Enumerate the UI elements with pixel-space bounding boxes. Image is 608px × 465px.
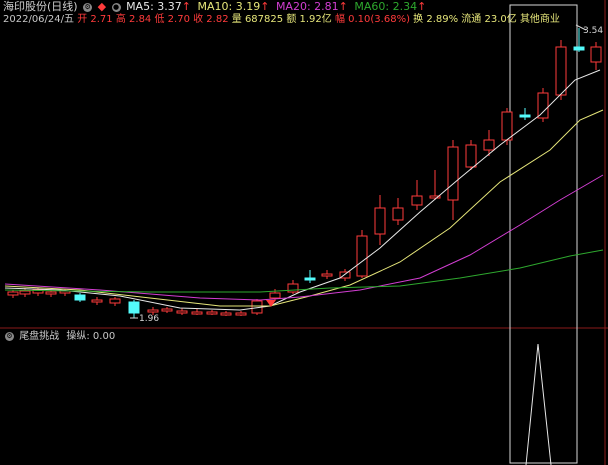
ma20-line bbox=[4, 174, 604, 301]
candle-body bbox=[235, 312, 247, 316]
candle-body bbox=[161, 308, 173, 312]
candle-body bbox=[411, 195, 423, 206]
high-price-label: 3.54 bbox=[583, 26, 603, 36]
candle-body bbox=[109, 298, 121, 304]
indicator-legend: ⚙ 尾盘挑战 操纵: 0.00 bbox=[3, 330, 115, 343]
candle-body bbox=[7, 291, 19, 296]
candle-body bbox=[590, 46, 602, 63]
candle-body bbox=[304, 277, 316, 281]
candle-body bbox=[321, 273, 333, 277]
candle-body bbox=[176, 310, 188, 314]
candle-body bbox=[374, 207, 386, 235]
low-price-label: 1.96 bbox=[139, 314, 159, 324]
candle-body bbox=[191, 311, 203, 315]
candle-body bbox=[465, 144, 477, 168]
indicator-settings-icon[interactable]: ⚙ bbox=[5, 331, 14, 341]
indicator-name: 尾盘挑战 bbox=[19, 331, 60, 342]
kline-chart[interactable]: 3.54 1.96 bbox=[0, 0, 608, 465]
ma5-line bbox=[4, 69, 601, 311]
candle-body bbox=[147, 309, 159, 313]
candle-body bbox=[128, 301, 140, 314]
candle-body bbox=[206, 311, 218, 315]
candle-body bbox=[501, 111, 513, 141]
candle-body bbox=[356, 235, 368, 277]
candle-body bbox=[74, 294, 86, 301]
ma60-line bbox=[4, 249, 604, 293]
ma10-line bbox=[4, 109, 604, 307]
candle-body bbox=[45, 291, 57, 295]
candle-body bbox=[392, 207, 404, 221]
candle-body bbox=[573, 46, 585, 51]
candle-body bbox=[220, 312, 232, 316]
candle-body bbox=[519, 114, 531, 118]
candle-body bbox=[19, 290, 31, 295]
candle-body bbox=[555, 46, 567, 96]
candle-body bbox=[269, 292, 281, 299]
candle-body bbox=[447, 146, 459, 201]
indicator-value: 操纵: 0.00 bbox=[66, 331, 116, 342]
candle-body bbox=[91, 299, 103, 303]
indicator-signal-line bbox=[525, 343, 552, 465]
candle-body bbox=[537, 92, 549, 119]
candle-body bbox=[483, 139, 495, 151]
